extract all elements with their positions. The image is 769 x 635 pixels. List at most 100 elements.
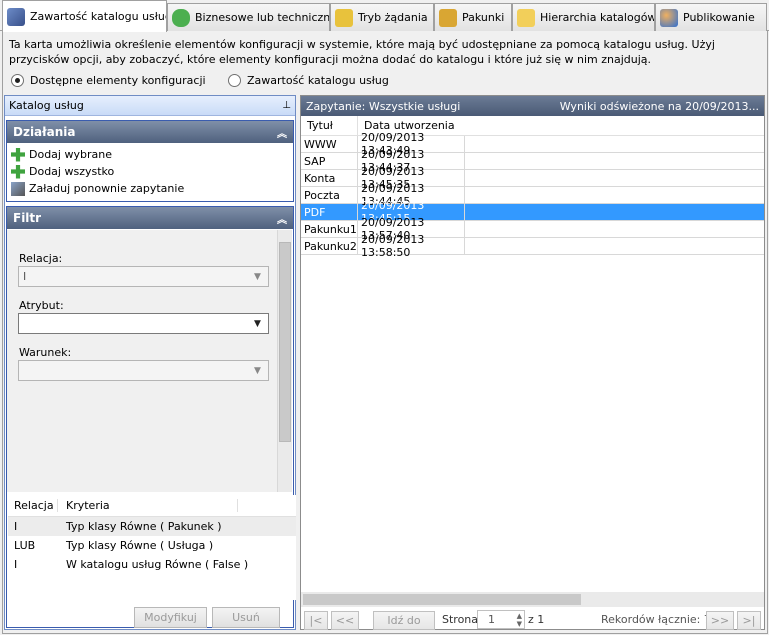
action-label: Dodaj wszystko: [29, 165, 115, 178]
results-rows: WWW 20/09/2013 13:43:49 SAP 20/09/2013 13:4…: [301, 131, 764, 259]
filter-scrollbar[interactable]: [277, 230, 292, 492]
radio-label: Dostępne elementy konfiguracji: [30, 74, 206, 87]
result-title: Pakunku2: [301, 238, 358, 254]
action-label: Dodaj wybrane: [29, 148, 112, 161]
query-title: Zapytanie: Wszystkie usługi: [306, 99, 461, 113]
scrollbar-thumb[interactable]: [279, 242, 291, 442]
attribute-combo[interactable]: ▼: [18, 313, 269, 334]
radio-button[interactable]: [228, 74, 241, 87]
result-title: Poczta: [301, 187, 358, 203]
result-title: SAP: [301, 153, 358, 169]
column-header[interactable]: Kryteria: [58, 499, 238, 512]
result-date: 20/09/2013 13:58:50: [358, 233, 465, 259]
actions-header[interactable]: Działania ︽: [7, 121, 293, 143]
results-panel: Zapytanie: Wszystkie usługi Wyniki odświ…: [300, 95, 765, 630]
tab-strip: Zawartość katalogu usług Biznesowe lub t…: [0, 0, 769, 32]
criteria-row[interactable]: I Typ klasy Równe ( Pakunek ): [8, 517, 296, 536]
green-add-icon: [11, 147, 25, 162]
criteria-table: Relacja Kryteria I Typ klasy Równe ( Pak…: [8, 495, 296, 600]
prev-page-button[interactable]: <<: [331, 610, 359, 630]
result-title: Pakunku1: [301, 221, 358, 237]
criteria-text: Typ klasy Równe ( Usługa ): [66, 539, 214, 552]
page-number-value: 1: [488, 613, 495, 626]
add-selected-action[interactable]: Dodaj wybrane: [7, 146, 293, 163]
next-page-button[interactable]: >>: [706, 610, 734, 630]
criteria-relation: LUB: [14, 539, 36, 552]
tab-label: Zawartość katalogu usług: [30, 10, 167, 23]
refresh-status: Wyniki odświeżone na 20/09/2013...: [559, 99, 759, 113]
tab-catalog-hierarchy[interactable]: Hierarchia katalogów: [512, 3, 655, 31]
package-icon: [439, 8, 457, 27]
column-header-title[interactable]: Tytuł: [301, 116, 358, 135]
add-all-action[interactable]: Dodaj wszystko: [7, 163, 293, 180]
column-header[interactable]: Relacja: [8, 499, 58, 512]
result-title: PDF: [301, 204, 358, 220]
chevron-down-icon: ▼: [254, 366, 261, 376]
reload-icon: [11, 181, 25, 196]
tab-business-technical[interactable]: Biznesowe lub techniczne: [167, 3, 330, 31]
action-label: Załaduj ponownie zapytanie: [29, 182, 185, 195]
actions-section: Działania ︽ Dodaj wybrane Dodaj wszystko…: [6, 120, 294, 202]
result-row[interactable]: Pakunku2 20/09/2013 13:58:50: [301, 233, 764, 259]
tab-label: Pakunki: [462, 11, 505, 24]
chevron-down-icon[interactable]: ▼: [254, 319, 264, 329]
folder-icon: [517, 8, 535, 27]
collapse-icon[interactable]: ︽: [277, 125, 287, 140]
radio-button-selected[interactable]: [11, 74, 24, 87]
pin-icon[interactable]: ⊥: [282, 100, 291, 111]
criteria-header-row: Relacja Kryteria: [8, 495, 296, 517]
collapse-icon[interactable]: ︽: [277, 211, 287, 226]
tab-packages[interactable]: Pakunki: [434, 3, 512, 31]
tab-label: Publikowanie: [683, 11, 755, 24]
criteria-text: Typ klasy Równe ( Pakunek ): [66, 520, 222, 533]
tab-label: Biznesowe lub techniczne: [195, 11, 330, 24]
results-header: Zapytanie: Wszystkie usługi Wyniki odświ…: [301, 96, 764, 116]
page-number-input[interactable]: 1 ▲ ▼: [477, 610, 525, 629]
radio-available-items[interactable]: Dostępne elementy konfiguracji: [11, 74, 206, 87]
horizontal-scrollbar[interactable]: [301, 592, 764, 607]
add-multiple-icon: [11, 164, 25, 179]
criteria-text: W katalogu usług Równe ( False ): [66, 558, 249, 571]
page-label: Strona: [442, 613, 479, 626]
pager: |< << Idź do Strona 1 ▲ ▼ z 1 Rekordów łą…: [301, 609, 764, 631]
users-icon: [660, 8, 678, 27]
tab-publishing[interactable]: Publikowanie: [655, 3, 767, 31]
catalog-book-icon: [7, 7, 25, 26]
combo-value: I: [23, 270, 27, 283]
modify-button[interactable]: Modyfikuj: [134, 607, 207, 628]
condition-combo: ▼: [18, 360, 269, 381]
last-page-button[interactable]: >|: [737, 610, 761, 630]
first-page-button[interactable]: |<: [304, 610, 328, 630]
tab-label: Hierarchia katalogów: [540, 11, 655, 24]
radio-label: Zawartość katalogu usług: [247, 74, 389, 87]
panel-header: Katalog usług ⊥: [5, 96, 295, 116]
filter-header[interactable]: Filtr ︽: [7, 207, 293, 229]
spin-arrows-icon[interactable]: ▲ ▼: [517, 612, 522, 628]
section-title: Filtr: [13, 211, 42, 225]
section-title: Działania: [13, 125, 76, 139]
tab-catalog-content[interactable]: Zawartość katalogu usług: [2, 0, 167, 32]
request-mode-icon: [335, 8, 353, 27]
relation-combo: I ▼: [18, 266, 269, 287]
scrollbar-thumb[interactable]: [303, 594, 581, 605]
radio-catalog-content[interactable]: Zawartość katalogu usług: [228, 74, 389, 87]
panel-title: Katalog usług: [9, 99, 84, 112]
service-catalog-panel: Katalog usług ⊥ Działania ︽ Dodaj wybran…: [4, 95, 296, 630]
criteria-row[interactable]: LUB Typ klasy Równe ( Usługa ): [8, 536, 296, 555]
tab-request-mode[interactable]: Tryb żądania: [330, 3, 434, 31]
description-text: Ta karta umożliwia określenie elementów …: [9, 38, 715, 66]
remove-button[interactable]: Usuń: [212, 607, 280, 628]
record-count: Rekordów łącznie: 7: [601, 613, 711, 626]
result-title: WWW: [301, 136, 358, 152]
relation-label: Relacja:: [19, 252, 63, 265]
criteria-relation: I: [14, 520, 18, 533]
reload-query-action[interactable]: Załaduj ponownie zapytanie: [7, 180, 293, 197]
attribute-label: Atrybut:: [19, 299, 64, 312]
condition-label: Warunek:: [19, 346, 72, 359]
tab-label: Tryb żądania: [358, 11, 428, 24]
chevron-down-icon: ▼: [254, 272, 261, 282]
criteria-row[interactable]: I W katalogu usług Równe ( False ): [8, 555, 296, 574]
criteria-relation: I: [14, 558, 18, 571]
result-title: Konta: [301, 170, 358, 186]
go-to-button[interactable]: Idź do: [373, 610, 435, 630]
